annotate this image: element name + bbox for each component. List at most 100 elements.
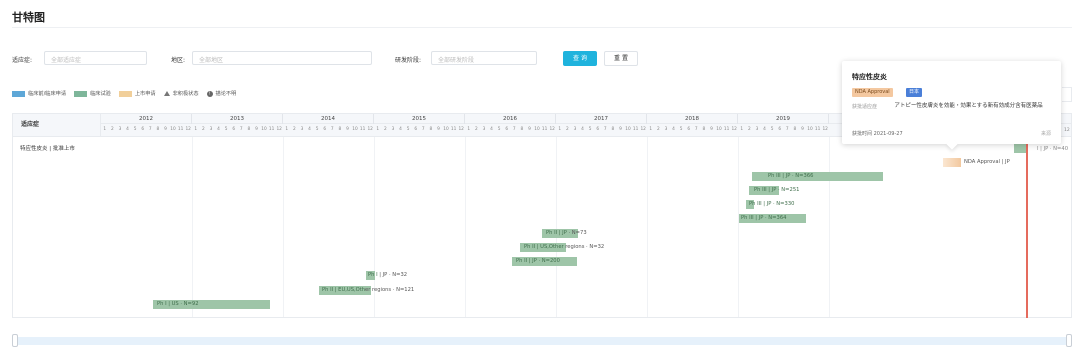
- month-label: 9: [164, 127, 167, 132]
- month-label: 8: [702, 127, 706, 132]
- legend-item-preclinical: 临床前/临床申请: [12, 90, 66, 97]
- legend-item-unclear: ! 描论不明: [206, 90, 236, 97]
- month-label: 8: [429, 127, 433, 132]
- month-label: 8: [247, 127, 251, 132]
- region-filter-label: 地区:: [171, 57, 186, 64]
- month-label: 6: [141, 127, 145, 132]
- gantt-bar-label: Ph I | JP · N=32: [368, 272, 408, 278]
- month-label: 5: [770, 127, 774, 132]
- reset-button[interactable]: 重 置: [604, 51, 638, 66]
- month-label: 1: [194, 127, 198, 132]
- month-label: 9: [528, 127, 531, 132]
- toolbar-button-partial[interactable]: [1062, 87, 1072, 102]
- month-label: 10: [534, 127, 540, 132]
- month-label: 11: [177, 127, 184, 132]
- time-range-slider[interactable]: [12, 334, 1072, 348]
- month-label: 6: [505, 127, 509, 132]
- month-label: 11: [450, 127, 457, 132]
- month-label: 3: [300, 127, 304, 132]
- month-label: 9: [801, 127, 804, 132]
- month-label: 6: [414, 127, 418, 132]
- month-label: 7: [148, 127, 152, 132]
- month-label: 2: [566, 127, 569, 132]
- today-line: [1026, 137, 1028, 318]
- month-label: 4: [217, 127, 220, 132]
- month-label: 10: [352, 127, 358, 132]
- slider-right-handle[interactable]: [1066, 334, 1072, 347]
- month-label: 9: [346, 127, 349, 132]
- year-gridline: [283, 137, 284, 317]
- month-label: 3: [391, 127, 395, 132]
- gantt-bar-label: Ph III | JP · N=364: [741, 215, 787, 221]
- legend-label: 临床前/临床申请: [28, 91, 67, 97]
- month-label: 4: [581, 127, 584, 132]
- month-label: 8: [611, 127, 615, 132]
- month-label: 9: [255, 127, 258, 132]
- month-label: 1: [103, 127, 107, 132]
- month-label: 1: [467, 127, 471, 132]
- legend-swatch: [118, 90, 132, 97]
- month-label: 1: [740, 127, 744, 132]
- month-label: 10: [261, 127, 267, 132]
- month-label: 12: [276, 127, 282, 132]
- query-button[interactable]: 查 询: [563, 51, 597, 66]
- month-label: 11: [723, 127, 730, 132]
- month-label: 10: [443, 127, 449, 132]
- month-label: 12: [549, 127, 555, 132]
- gantt-bar[interactable]: [1014, 144, 1026, 153]
- triangle-icon: [163, 91, 170, 96]
- month-label: 5: [224, 127, 228, 132]
- region-select[interactable]: 全部地区: [192, 51, 372, 65]
- month-label: 8: [338, 127, 342, 132]
- month-label: 3: [664, 127, 668, 132]
- month-label: 1: [649, 127, 653, 132]
- tooltip-title: 特应性皮炎: [852, 73, 887, 81]
- month-label: 7: [512, 127, 516, 132]
- year-gridline: [192, 137, 193, 317]
- nda-approval-bar[interactable]: [943, 158, 961, 167]
- indication-row-label: 特应性皮炎 | 批准上市: [20, 146, 75, 152]
- month-label: 4: [126, 127, 129, 132]
- month-label: 6: [596, 127, 600, 132]
- month-label: 6: [687, 127, 691, 132]
- month-label: 10: [625, 127, 631, 132]
- month-label: 1: [285, 127, 289, 132]
- month-label: 8: [156, 127, 160, 132]
- month-label: 2: [657, 127, 660, 132]
- title-divider: [12, 27, 1072, 28]
- slider-left-handle[interactable]: [12, 334, 18, 347]
- month-label: 4: [763, 127, 766, 132]
- month-label: 5: [406, 127, 410, 132]
- phase-select[interactable]: 全部研发阶段: [431, 51, 537, 65]
- month-label: 5: [679, 127, 683, 132]
- month-label: 4: [672, 127, 675, 132]
- legend-label: 上市申请: [134, 91, 156, 97]
- approval-date: 获批时间 2021-09-27: [852, 131, 903, 137]
- month-label-partial: 12: [1064, 128, 1070, 133]
- gantt-bar-label: Ph III | JP · N=330: [749, 201, 795, 207]
- source-link[interactable]: 来源: [1041, 130, 1051, 137]
- month-label: 9: [710, 127, 713, 132]
- stage-tag: NDA Approval: [852, 88, 893, 97]
- month-label: 11: [268, 127, 275, 132]
- month-label: 7: [603, 127, 607, 132]
- slider-range[interactable]: [16, 337, 1068, 345]
- month-label: 7: [785, 127, 789, 132]
- legend-item-clinical: 临床试验: [74, 90, 111, 97]
- info-icon: !: [206, 90, 213, 97]
- month-label: 11: [632, 127, 639, 132]
- detail-tooltip: 特应性皮炎 NDA Approval 日本 获批适应症 アトピー性皮膚炎を効能・…: [842, 61, 1061, 150]
- month-label: 6: [323, 127, 327, 132]
- month-label: 11: [359, 127, 366, 132]
- nda-approval-label: NDA Approval | JP: [964, 159, 1010, 165]
- month-label: 6: [232, 127, 236, 132]
- month-label: 12: [458, 127, 464, 132]
- month-label: 3: [573, 127, 577, 132]
- indication-select[interactable]: 全部适应症: [44, 51, 147, 65]
- month-label: 5: [315, 127, 319, 132]
- month-label: 2: [111, 127, 114, 132]
- month-label: 7: [421, 127, 425, 132]
- month-label: 3: [118, 127, 122, 132]
- month-label: 7: [330, 127, 334, 132]
- month-label: 2: [384, 127, 387, 132]
